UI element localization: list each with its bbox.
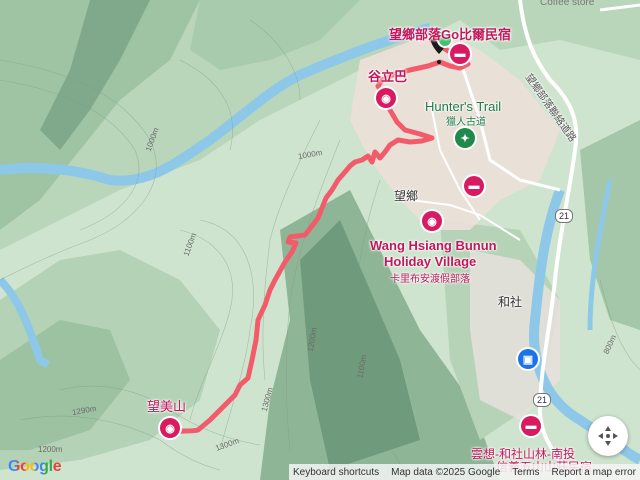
- hiker-icon[interactable]: ✦: [455, 128, 475, 148]
- bed-icon[interactable]: ▬: [450, 44, 470, 64]
- map-data-text: Map data ©2025 Google: [391, 466, 501, 478]
- gubaba-label[interactable]: 谷立巴: [368, 66, 407, 85]
- camera-icon[interactable]: ◉: [422, 211, 442, 231]
- bunun-village-label-line1[interactable]: Wang Hsiang Bunun: [370, 238, 497, 253]
- gopi-hostel-label[interactable]: 望鄉部落Go比爾民宿: [389, 24, 511, 43]
- google-logo: Google: [8, 458, 62, 475]
- bunun-village-zh-label: 卡里布安渡假部落: [390, 274, 470, 285]
- terms-link[interactable]: Terms: [512, 467, 539, 478]
- wangxiang-place-label: 望鄉: [394, 189, 419, 203]
- keyboard-shortcuts-link[interactable]: Keyboard shortcuts: [293, 467, 379, 478]
- compass-icon[interactable]: [588, 416, 628, 456]
- camera-icon[interactable]: ◉: [160, 418, 180, 438]
- hunters-trail-label[interactable]: Hunter's Trail: [425, 99, 501, 114]
- route-shield-21: 21: [555, 209, 574, 223]
- bed-icon[interactable]: ▬: [521, 416, 541, 436]
- camera-icon[interactable]: ◉: [376, 88, 396, 108]
- hunters-trail-zh-label: 獵人古道: [446, 117, 486, 128]
- wangmeishan-label[interactable]: 望美山: [147, 396, 186, 415]
- bed-icon[interactable]: ▬: [464, 176, 484, 196]
- bunun-village-label-line2[interactable]: Holiday Village: [384, 254, 476, 269]
- coffee-store-label[interactable]: Coffee store: [540, 0, 594, 8]
- route-shield-21: 21: [533, 393, 552, 407]
- heshe-place-label: 和社: [498, 295, 523, 309]
- report-error-link[interactable]: Report a map error: [552, 467, 636, 478]
- bus-icon[interactable]: ▣: [518, 349, 538, 369]
- attribution-bar: Keyboard shortcuts Map data ©2025 Google…: [288, 464, 640, 480]
- contour-label: 1200m: [38, 445, 63, 454]
